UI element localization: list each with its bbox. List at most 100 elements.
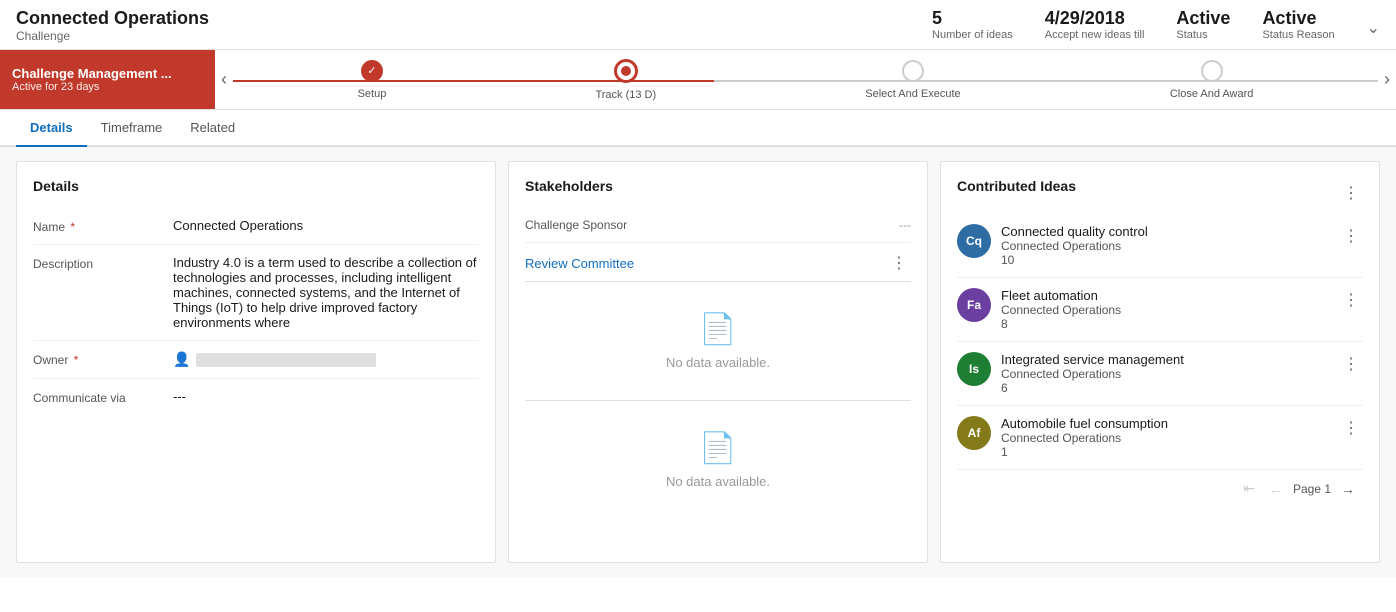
idea-org: Connected Operations	[1001, 431, 1329, 445]
process-next-button[interactable]: ›	[1378, 50, 1396, 109]
pagination-prev-button[interactable]: ←	[1265, 479, 1287, 499]
idea-info: Automobile fuel consumption Connected Op…	[1001, 416, 1329, 459]
idea-count: 1	[1001, 445, 1329, 459]
idea-info: Fleet automation Connected Operations 8	[1001, 288, 1329, 331]
step-label-track: Track (13 D)	[595, 89, 656, 101]
tab-bar: Details Timeframe Related	[0, 110, 1396, 147]
step-label-close: Close And Award	[1170, 88, 1254, 100]
review-committee-no-data: 📄 No data available.	[525, 282, 911, 400]
no-data-icon-bottom: 📄	[699, 431, 736, 466]
field-name-required: *	[67, 220, 75, 234]
idea-avatar: Cq	[957, 224, 991, 258]
idea-avatar: Af	[957, 416, 991, 450]
contributed-ideas-header: Contributed Ideas ⋮	[957, 178, 1363, 208]
contributed-ideas-panel: Contributed Ideas ⋮ Cq Connected quality…	[940, 161, 1380, 563]
pagination-first-button[interactable]: ⇤	[1239, 478, 1259, 499]
idea-title[interactable]: Fleet automation	[1001, 288, 1329, 303]
stat-status-reason-label: Status Reason	[1262, 29, 1334, 41]
stat-status-reason: Active Status Reason	[1262, 8, 1334, 41]
stat-status-label: Status	[1176, 29, 1230, 41]
process-sidebar-sub: Active for 23 days	[12, 81, 203, 93]
tab-related[interactable]: Related	[176, 110, 249, 147]
main-content: Details Name * Connected Operations Desc…	[0, 147, 1396, 577]
field-communicate-value: ---	[173, 389, 479, 404]
field-owner-label: Owner *	[33, 351, 173, 367]
process-sidebar[interactable]: Challenge Management ... Active for 23 d…	[0, 50, 215, 109]
stat-ideas-value: 5	[932, 8, 1013, 29]
process-step-setup[interactable]: ✓ Setup	[358, 60, 387, 100]
field-owner-required: *	[70, 353, 78, 367]
header-chevron-icon[interactable]: ⌄	[1367, 18, 1380, 38]
field-name-value: Connected Operations	[173, 218, 479, 233]
stat-date-label: Accept new ideas till	[1045, 29, 1145, 41]
field-owner: Owner * 👤	[33, 341, 479, 379]
header-left: Connected Operations Challenge	[16, 8, 209, 43]
pagination-next-button[interactable]: →	[1337, 479, 1359, 499]
stakeholders-panel-title: Stakeholders	[525, 178, 911, 194]
pagination: ⇤ ← Page 1 →	[957, 470, 1363, 499]
stat-date: 4/29/2018 Accept new ideas till	[1045, 8, 1145, 41]
header-right: 5 Number of ideas 4/29/2018 Accept new i…	[932, 8, 1380, 41]
sponsor-label: Challenge Sponsor	[525, 218, 627, 232]
process-prev-button[interactable]: ‹	[215, 50, 233, 109]
idea-more-icon[interactable]: ⋮	[1339, 288, 1363, 312]
no-data-text-bottom: No data available.	[666, 474, 770, 489]
field-name: Name * Connected Operations	[33, 208, 479, 245]
tab-timeframe[interactable]: Timeframe	[87, 110, 177, 147]
stat-date-value: 4/29/2018	[1045, 8, 1145, 29]
idea-org: Connected Operations	[1001, 367, 1329, 381]
page-header: Connected Operations Challenge 5 Number …	[0, 0, 1396, 50]
stat-status-value: Active	[1176, 8, 1230, 29]
process-bar: Challenge Management ... Active for 23 d…	[0, 50, 1396, 110]
idea-more-icon[interactable]: ⋮	[1339, 416, 1363, 440]
review-committee-more-icon[interactable]: ⋮	[887, 251, 911, 275]
no-data-icon-top: 📄	[699, 312, 736, 347]
contributed-ideas-title: Contributed Ideas	[957, 178, 1076, 194]
sponsor-row: Challenge Sponsor ---	[525, 208, 911, 243]
pagination-label: Page 1	[1293, 482, 1331, 496]
step-circle-select	[902, 60, 924, 82]
stakeholders-panel: Stakeholders Challenge Sponsor --- Revie…	[508, 161, 928, 563]
contributed-ideas-more-icon[interactable]: ⋮	[1339, 181, 1363, 205]
field-owner-value: 👤	[173, 351, 479, 368]
no-data-text-top: No data available.	[666, 355, 770, 370]
idea-item: Fa Fleet automation Connected Operations…	[957, 278, 1363, 342]
stat-ideas-label: Number of ideas	[932, 29, 1013, 41]
idea-avatar: Fa	[957, 288, 991, 322]
sponsor-value: ---	[899, 218, 911, 232]
details-panel-title: Details	[33, 178, 479, 194]
field-communicate-label: Communicate via	[33, 389, 173, 405]
idea-more-icon[interactable]: ⋮	[1339, 352, 1363, 376]
owner-name-blurred	[196, 353, 376, 367]
idea-count: 8	[1001, 317, 1329, 331]
page-title: Connected Operations	[16, 8, 209, 29]
idea-count: 6	[1001, 381, 1329, 395]
field-name-label: Name *	[33, 218, 173, 234]
stat-status-reason-value: Active	[1262, 8, 1334, 29]
idea-item: Is Integrated service management Connect…	[957, 342, 1363, 406]
idea-item: Cq Connected quality control Connected O…	[957, 214, 1363, 278]
process-steps: ✓ Setup Track (13 D) Select And Execute …	[233, 59, 1378, 101]
idea-org: Connected Operations	[1001, 239, 1329, 253]
idea-title[interactable]: Connected quality control	[1001, 224, 1329, 239]
step-label-setup: Setup	[358, 88, 387, 100]
idea-item: Af Automobile fuel consumption Connected…	[957, 406, 1363, 470]
idea-info: Integrated service management Connected …	[1001, 352, 1329, 395]
idea-more-icon[interactable]: ⋮	[1339, 224, 1363, 248]
review-committee-header: Review Committee ⋮	[525, 243, 911, 281]
process-step-close[interactable]: Close And Award	[1170, 60, 1254, 100]
field-description-label: Description	[33, 255, 173, 271]
page-subtitle: Challenge	[16, 29, 209, 43]
stat-ideas: 5 Number of ideas	[932, 8, 1013, 41]
review-committee-label[interactable]: Review Committee	[525, 256, 634, 271]
idea-title[interactable]: Integrated service management	[1001, 352, 1329, 367]
idea-count: 10	[1001, 253, 1329, 267]
step-label-select: Select And Execute	[865, 88, 960, 100]
process-step-track[interactable]: Track (13 D)	[595, 59, 656, 101]
idea-org: Connected Operations	[1001, 303, 1329, 317]
idea-title[interactable]: Automobile fuel consumption	[1001, 416, 1329, 431]
process-step-select[interactable]: Select And Execute	[865, 60, 960, 100]
tab-details[interactable]: Details	[16, 110, 87, 147]
stat-status: Active Status	[1176, 8, 1230, 41]
field-communicate: Communicate via ---	[33, 379, 479, 415]
